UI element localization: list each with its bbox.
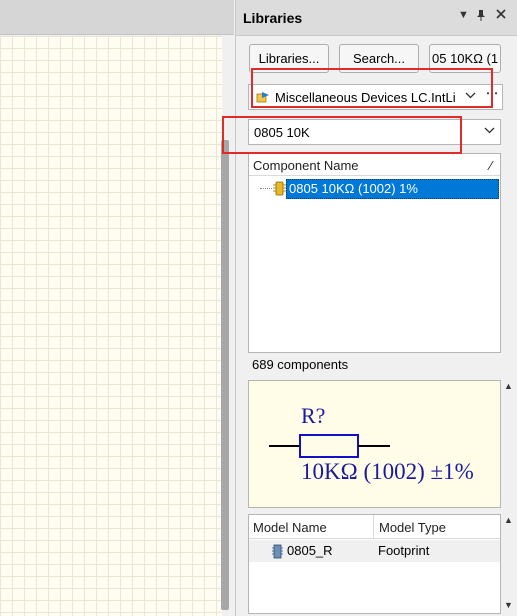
column-divider[interactable] [373,515,374,539]
sort-icon: ⁄ [489,158,492,173]
app-window: Libraries ▼ Libraries... Search... 05 10… [0,0,517,616]
column-header-model-name[interactable]: Model Name [253,520,327,535]
column-header-component-name[interactable]: Component Name [253,158,359,173]
highlight-box-filter [222,116,462,154]
close-icon[interactable] [496,9,506,22]
component-list[interactable]: Component Name ⁄ 0805 10KΩ (1002) 1% [248,153,501,353]
models-scroll-down-icon[interactable]: ▼ [504,600,513,610]
model-list[interactable]: Model Name Model Type 0805_R Footprint [248,514,501,614]
component-icon [273,181,286,196]
component-count: 689 components [252,357,349,372]
preview-value: 10KΩ (1002) ±1% [301,459,474,484]
canvas-scroll-thumb[interactable] [221,140,229,610]
table-row[interactable]: 0805_R Footprint [249,540,500,562]
models-scroll-up-icon[interactable]: ▲ [504,515,513,525]
symbol-preview: R? 10KΩ (1002) ±1% [248,380,501,508]
schematic-canvas[interactable] [0,36,222,616]
column-header-model-type[interactable]: Model Type [379,520,446,535]
list-item[interactable]: 0805 10KΩ (1002) 1% [286,179,499,199]
tree-connector [260,188,272,189]
resistor-symbol [269,434,390,458]
pin-icon[interactable] [476,9,486,24]
component-list-header[interactable]: Component Name ⁄ [249,154,500,176]
panel-title: Libraries [243,10,303,26]
highlight-box-library [251,68,493,108]
model-name-cell: 0805_R [287,543,333,558]
document-tab-bar [0,0,234,35]
preview-designator: R? [301,403,326,428]
footprint-icon [272,544,283,559]
model-list-header: Model Name Model Type [249,515,500,539]
model-type-cell: Footprint [378,543,430,558]
preview-scroll-up-icon[interactable]: ▲ [504,381,513,391]
dropdown-icon[interactable]: ▼ [458,9,469,21]
chevron-down-icon[interactable] [484,124,495,139]
panel-header: Libraries ▼ [236,0,517,36]
